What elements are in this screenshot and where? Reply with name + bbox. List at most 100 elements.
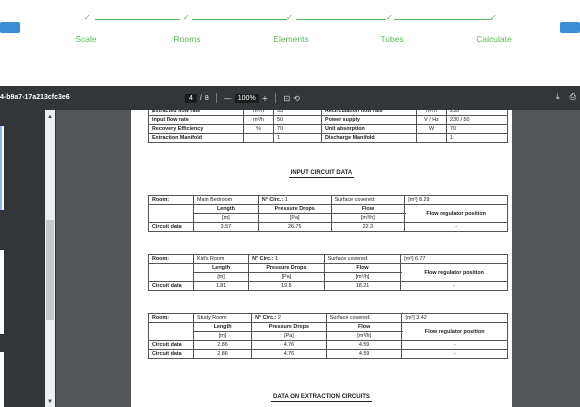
regulator-value: - — [400, 281, 508, 291]
summary-unit — [416, 133, 447, 143]
page-thumbnail[interactable] — [0, 352, 4, 407]
flow-unit: [m³/h] — [330, 213, 406, 223]
surface-number: 6.77 — [415, 256, 426, 262]
summary-value: 50 — [273, 115, 322, 125]
surface-value: [m²] 8.29 — [404, 195, 508, 205]
surface-number: 8.29 — [419, 197, 430, 203]
regulator-header: Flow regulator position — [404, 204, 508, 223]
summary-value: 1 — [446, 133, 508, 143]
summary-unit: % — [243, 124, 274, 134]
summary-unit — [243, 133, 274, 143]
scroll-down-icon[interactable]: ▼ — [47, 399, 53, 405]
step-elements[interactable]: Elements — [273, 34, 308, 44]
surface-number: 3.42 — [416, 315, 427, 321]
page-thumbnail[interactable] — [0, 126, 4, 210]
circuit-data-row: Circuit data 2.86 4.76 4.59- — [148, 340, 508, 350]
room-header-row: Room: Study Room N° Circ.: 2 Surface covere… — [148, 313, 508, 323]
scroll-up-icon[interactable]: ▲ — [47, 114, 53, 120]
pressure-header: Pressure Drops — [248, 263, 325, 273]
room-header-row: Room: Kid's Room N° Circ.: 1 Surface covere… — [148, 254, 508, 264]
regulator-value: - — [401, 340, 508, 350]
print-icon[interactable]: ⎙ — [570, 92, 576, 102]
page-number-input[interactable]: 4 — [185, 93, 197, 103]
back-button[interactable] — [0, 22, 20, 33]
surface-unit: [m²] — [405, 315, 415, 321]
summary-unit: m³/h — [243, 115, 274, 125]
circuit-data-row: Circuit data 3.57 26.75 22.3- — [148, 222, 508, 232]
circuit-count: N° Circ.: 2 — [251, 313, 327, 323]
scrollbar-thumb[interactable] — [46, 220, 54, 320]
document-title: 4-b9a7-17a213cfc3e6 — [0, 94, 70, 101]
step-connector — [394, 19, 492, 20]
summary-label: Extraction Manifold — [148, 133, 244, 143]
flow-value: 22.3 — [330, 222, 406, 232]
room-name: Main Bedroom — [193, 195, 259, 205]
pdf-toolbar: 4-b9a7-17a213cfc3e6 4 / 8 — 100% + ⊡ ⟲ ⤓… — [0, 86, 580, 110]
step-tubes-check-icon: ✓ — [386, 13, 393, 22]
empty-cell — [148, 263, 194, 282]
circuit-data-label: Circuit data — [148, 222, 194, 232]
pressure-header: Pressure Drops — [257, 204, 332, 214]
step-scale-check-icon: ✓ — [84, 13, 91, 22]
step-connector — [296, 19, 386, 20]
pressure-value: 4.76 — [251, 349, 327, 359]
length-value: 2.86 — [192, 340, 253, 350]
room-label: Room: — [148, 313, 194, 323]
n-circ-label: N° Circ.: — [255, 315, 277, 321]
step-rooms[interactable]: Rooms — [174, 34, 201, 44]
room-circuit-table: Room: Study Room N° Circ.: 2 Surface covere… — [148, 313, 508, 359]
flow-header: Flow — [325, 322, 403, 332]
length-unit: [m] — [192, 331, 253, 341]
regulator-header: Flow regulator position — [400, 263, 508, 282]
thumbnail-scrollbar[interactable]: ▲ ▼ — [45, 110, 55, 407]
step-progress-bar: ✓ ✓ ✓ ✓ ✓ Scale Rooms Elements Tubes Cal… — [0, 0, 580, 70]
pdf-viewer: 4-b9a7-17a213cfc3e6 4 / 8 — 100% + ⊡ ⟲ ⤓… — [0, 86, 580, 407]
fit-page-icon[interactable]: ⊡ — [283, 94, 290, 103]
page-total: 8 — [204, 94, 209, 102]
step-connector — [192, 19, 287, 20]
step-scale[interactable]: Scale — [75, 34, 96, 44]
column-header-row: Length Pressure Drops Flow Flow regulator p… — [148, 204, 508, 223]
surface-label: Surface covered: — [323, 254, 402, 264]
page-indicator: 4 / 8 — 100% + ⊡ ⟲ — [185, 93, 300, 103]
length-unit: [m] — [193, 213, 259, 223]
regulator-value: - — [401, 349, 508, 359]
summary-unit: W — [416, 124, 447, 134]
summary-value: 1 — [273, 133, 322, 143]
flow-unit: [m³/h] — [323, 272, 402, 282]
n-circ-value: 2 — [277, 315, 281, 321]
step-calculate-check-icon: ✓ — [490, 13, 497, 22]
length-header: Length — [192, 263, 250, 273]
pressure-value: 19.8 — [248, 281, 325, 291]
rotate-icon[interactable]: ⟲ — [293, 94, 300, 103]
step-calculate[interactable]: Calculate — [476, 34, 511, 44]
extraction-circuit-title: DATA ON EXTRACTION CIRCUITS — [271, 394, 372, 402]
flow-value: 18.21 — [323, 281, 402, 291]
room-circuit-table: Room: Main Bedroom N° Circ.: 1 Surface cove… — [148, 195, 508, 232]
n-circ-label: N° Circ.: — [261, 197, 284, 203]
zoom-out-button[interactable]: — — [224, 94, 232, 103]
zoom-level-input[interactable]: 100% — [234, 93, 259, 103]
summary-label: Discharge Manifold — [321, 133, 417, 143]
page-separator: / — [199, 94, 202, 102]
pressure-unit: [Pa] — [251, 331, 327, 341]
surface-unit: [m²] — [408, 197, 418, 203]
regulator-header: Flow regulator position — [401, 322, 508, 341]
download-icon[interactable]: ⤓ — [556, 92, 560, 102]
step-tubes[interactable]: Tubes — [380, 34, 403, 44]
summary-table: Extracted flow rate m³/h 35 Recirculation f… — [148, 110, 508, 143]
room-name: Study Room — [192, 313, 253, 323]
length-header: Length — [193, 204, 259, 214]
n-circ-value: 1 — [284, 197, 288, 203]
zoom-in-button[interactable]: + — [262, 94, 269, 103]
next-button[interactable] — [560, 22, 580, 33]
flow-value: 4.59 — [325, 340, 403, 350]
input-circuit-title: INPUT CIRCUIT DATA — [288, 170, 355, 178]
regulator-value: - — [404, 222, 508, 232]
summary-row: Input flow rate m³/h 50 Power supply V / Hz 2… — [148, 115, 508, 125]
circuit-data-label: Circuit data — [148, 340, 194, 350]
length-value: 1.81 — [192, 281, 250, 291]
summary-label: Power supply — [321, 115, 417, 125]
summary-row: Extraction Manifold 1 Discharge Manifold 1 — [148, 133, 508, 143]
page-thumbnail[interactable] — [0, 250, 4, 334]
